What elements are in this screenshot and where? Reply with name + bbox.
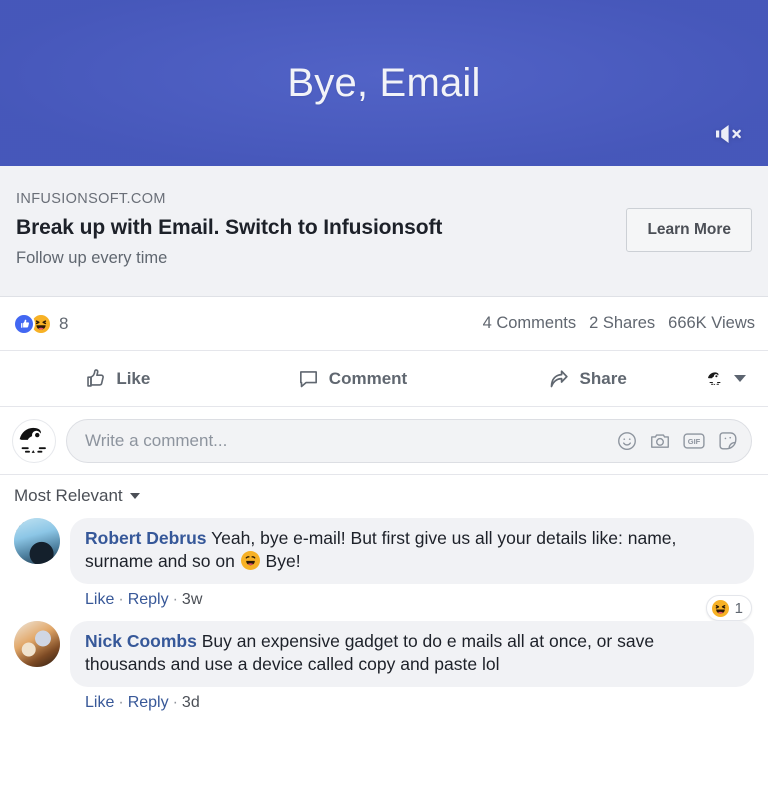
chevron-down-icon [734, 375, 747, 382]
comment-button[interactable]: Comment [235, 351, 470, 406]
speaker-mute-icon[interactable] [706, 114, 752, 154]
comment-text-tail: Bye! [260, 551, 301, 572]
share-as-selector[interactable] [704, 367, 760, 390]
comment-bubble: Nick Coombs Buy an expensive gadget to d… [70, 621, 754, 688]
shares-count[interactable]: 2 Shares [589, 314, 655, 333]
comment-bubble: Robert Debrus Yeah, bye e-mail! But firs… [70, 518, 754, 585]
post-action-bar: Like Comment Share [0, 351, 768, 407]
haha-icon [709, 597, 731, 619]
video-player[interactable]: Bye, Email [0, 0, 768, 166]
comment-body: Robert Debrus Yeah, bye e-mail! But firs… [70, 518, 754, 622]
joy-emoji-icon [240, 551, 260, 571]
comment-composer: Write a comment... GIF [0, 407, 768, 475]
comment-timestamp: 3w [181, 591, 203, 609]
comments-count[interactable]: 4 Comments [483, 314, 577, 333]
facebook-post: Bye, Email INFUSIONSOFT.COM Break up wit… [0, 0, 768, 810]
comment-input[interactable]: Write a comment... GIF [66, 418, 752, 463]
composer-avatar [12, 418, 56, 463]
svg-text:GIF: GIF [688, 437, 701, 446]
composer-icon-group: GIF [616, 430, 739, 452]
link-preview-card[interactable]: INFUSIONSOFT.COM Break up with Email. Sw… [0, 166, 768, 297]
avatar[interactable] [14, 621, 60, 668]
like-button-label: Like [116, 368, 151, 388]
comment-item: Polar Robert Debrus Yeah, bye e-mail! Bu… [14, 512, 754, 622]
learn-more-button[interactable]: Learn More [626, 208, 752, 252]
link-preview-text: INFUSIONSOFT.COM Break up with Email. Sw… [16, 190, 614, 270]
like-icon [13, 312, 35, 335]
share-button-label: Share [579, 368, 627, 388]
share-button[interactable]: Share [469, 351, 704, 406]
share-arrow-icon [547, 367, 571, 391]
chevron-down-icon [129, 493, 140, 499]
link-description: Follow up every time [16, 249, 168, 268]
user-avatar-icon [704, 367, 727, 390]
reaction-count: 8 [59, 313, 69, 333]
comment-item: Nick Coombs Buy an expensive gadget to d… [14, 611, 754, 714]
gif-icon[interactable]: GIF [682, 430, 706, 452]
comment-meta: Like · Reply · 3w [85, 591, 203, 609]
comment-sort-selector[interactable]: Most Relevant [0, 475, 768, 512]
comment-like-link[interactable]: Like [85, 694, 114, 711]
comment-reply-link[interactable]: Reply [128, 591, 169, 608]
speech-bubble-icon [297, 367, 320, 390]
like-button[interactable]: Like [0, 351, 235, 406]
comment-body: Nick Coombs Buy an expensive gadget to d… [70, 621, 754, 712]
comment-meta: Like · Reply · 3d [85, 694, 200, 712]
comment-author[interactable]: Robert Debrus [85, 528, 207, 548]
comment-sort-label: Most Relevant [14, 486, 123, 505]
video-title: Bye, Email [287, 61, 481, 105]
link-title: Break up with Email. Switch to Infusions… [16, 216, 443, 240]
comment-timestamp: 3d [181, 694, 200, 712]
comment-input-placeholder: Write a comment... [85, 431, 228, 450]
sticker-icon[interactable] [717, 430, 739, 452]
post-stats-bar: 8 4 Comments 2 Shares 666K Views [0, 297, 768, 351]
camera-icon[interactable] [649, 430, 671, 452]
avatar[interactable]: Polar [14, 518, 60, 564]
reaction-summary[interactable]: 8 [13, 312, 69, 335]
post-counts: 4 Comments 2 Shares 666K Views [483, 314, 755, 333]
comment-like-link[interactable]: Like [85, 591, 114, 608]
comment-list: Polar Robert Debrus Yeah, bye e-mail! Bu… [0, 512, 768, 714]
comment-author[interactable]: Nick Coombs [85, 631, 197, 651]
thumbs-up-icon [84, 367, 107, 390]
emoji-icon[interactable] [616, 430, 638, 452]
link-domain: INFUSIONSOFT.COM [16, 191, 166, 208]
comment-button-label: Comment [328, 368, 408, 388]
views-count[interactable]: 666K Views [668, 314, 755, 333]
comment-reply-link[interactable]: Reply [128, 694, 169, 711]
